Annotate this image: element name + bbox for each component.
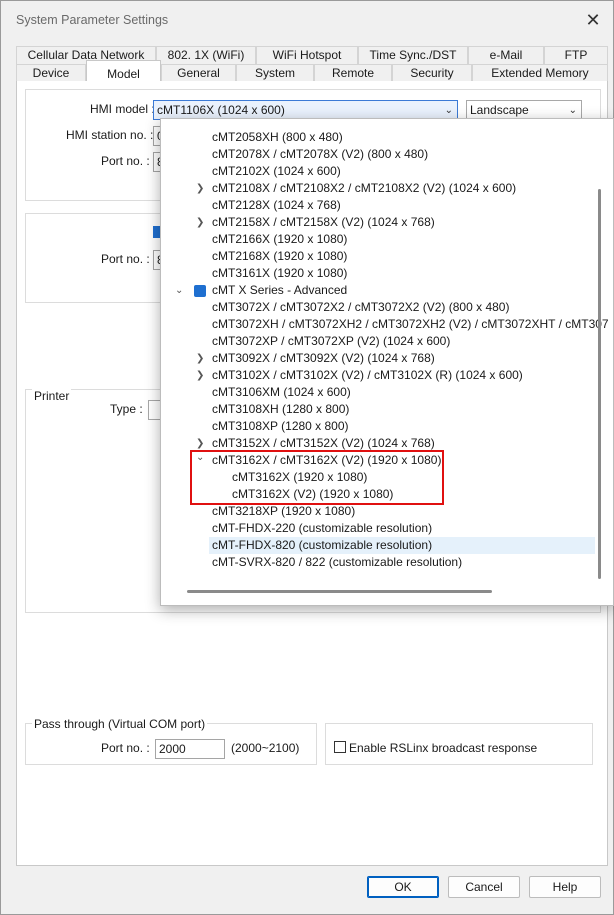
hmi-station-label: HMI station no. :	[66, 128, 154, 142]
passthrough-group: Pass through (Virtual COM port) Port no.…	[25, 717, 317, 765]
chevron-right-icon[interactable]: ❯	[196, 370, 204, 381]
model-option[interactable]: cMT3108XP (1280 x 800)	[212, 418, 349, 435]
tab-model[interactable]: Model	[86, 60, 161, 82]
hmi-model-select[interactable]: cMT1106X (1024 x 600) ⌄	[153, 100, 458, 120]
model-option[interactable]: cMT2128X (1024 x 768)	[212, 197, 341, 214]
chevron-right-icon[interactable]: ❯	[196, 353, 204, 364]
model-option[interactable]: cMT2108X / cMT2108X2 / cMT2108X2 (V2) (1…	[212, 180, 516, 197]
chevron-right-icon[interactable]: ❯	[196, 217, 204, 228]
model-option[interactable]: cMT3108XH (1280 x 800)	[212, 401, 349, 418]
tab-extended-memory[interactable]: Extended Memory	[472, 64, 608, 82]
orientation-value: Landscape	[470, 103, 529, 117]
model-option[interactable]: cMT3072X / cMT3072X2 / cMT3072X2 (V2) (8…	[212, 299, 509, 316]
title-bar: System Parameter Settings ✕	[1, 1, 613, 39]
model-option-highlighted[interactable]: cMT-FHDX-820 (customizable resolution)	[209, 537, 595, 554]
model-option[interactable]: cMT3106XM (1024 x 600)	[212, 384, 351, 401]
chevron-right-icon[interactable]: ❯	[196, 438, 204, 449]
window-title: System Parameter Settings	[16, 13, 169, 27]
model-option[interactable]: cMT3092X / cMT3092X (V2) (1024 x 768)	[212, 350, 435, 367]
close-button[interactable]: ✕	[579, 7, 607, 33]
series-header[interactable]: cMT X Series - Advanced	[212, 282, 347, 299]
help-button[interactable]: Help	[529, 876, 601, 898]
model-option[interactable]: cMT3218XP (1920 x 1080)	[212, 503, 355, 520]
model-option[interactable]: cMT2078X / cMT2078X (V2) (800 x 480)	[212, 146, 428, 163]
tab-remote[interactable]: Remote	[314, 64, 392, 82]
model-option[interactable]: cMT2168X (1920 x 1080)	[212, 248, 347, 265]
tab-wifi-hotspot[interactable]: WiFi Hotspot	[256, 46, 358, 64]
model-option[interactable]: cMT2102X (1024 x 600)	[212, 163, 341, 180]
model-option[interactable]: cMT2166X (1920 x 1080)	[212, 231, 347, 248]
tab-8021x-wifi[interactable]: 802. 1X (WiFi)	[156, 46, 256, 64]
hmi-model-label: HMI model :	[90, 102, 155, 116]
chevron-right-icon[interactable]: ❯	[196, 183, 204, 194]
model-option[interactable]: cMT-SVRX-820 / 822 (customizable resolut…	[212, 554, 462, 571]
ok-button[interactable]: OK	[367, 876, 439, 898]
passthrough-range: (2000~2100)	[231, 741, 300, 755]
model-option[interactable]: cMT-FHDX-220 (customizable resolution)	[212, 520, 432, 537]
vertical-scrollbar[interactable]	[598, 189, 601, 579]
model-option[interactable]: cMT3072XH / cMT3072XH2 / cMT3072XH2 (V2)…	[212, 316, 609, 333]
chevron-down-icon[interactable]: ⌄	[175, 285, 183, 296]
passthrough-port-input[interactable]: 2000	[155, 739, 225, 759]
passthrough-group-label: Pass through (Virtual COM port)	[32, 717, 208, 731]
cancel-button[interactable]: Cancel	[448, 876, 520, 898]
passthrough-port-label: Port no. :	[101, 741, 150, 755]
port2-label: Port no. :	[101, 252, 150, 266]
tab-row-bottom: Device Model General System Remote Secur…	[16, 60, 608, 82]
rslinx-label: Enable RSLinx broadcast response	[349, 741, 538, 755]
series-folder-icon	[194, 285, 206, 297]
tab-security[interactable]: Security	[392, 64, 472, 82]
tab-time-sync[interactable]: Time Sync./DST	[358, 46, 468, 64]
tab-email[interactable]: e-Mail	[468, 46, 544, 64]
model-option-highlighted-label: cMT-FHDX-820 (customizable resolution)	[212, 538, 433, 552]
horizontal-scrollbar[interactable]	[187, 590, 492, 593]
port-label: Port no. :	[101, 154, 150, 168]
hmi-model-dropdown[interactable]: cMT2058XH (800 x 480) cMT2078X / cMT2078…	[160, 118, 614, 606]
model-option[interactable]: cMT3072XP / cMT3072XP (V2) (1024 x 600)	[212, 333, 450, 350]
rslinx-checkbox[interactable]	[334, 741, 346, 753]
model-option[interactable]: cMT3161X (1920 x 1080)	[212, 265, 347, 282]
model-option[interactable]: cMT2058XH (800 x 480)	[212, 129, 343, 146]
rslinx-group: Enable RSLinx broadcast response	[325, 723, 593, 765]
model-option[interactable]: cMT2158X / cMT2158X (V2) (1024 x 768)	[212, 214, 435, 231]
orientation-select[interactable]: Landscape ⌄	[466, 100, 582, 120]
printer-type-label: Type :	[110, 402, 143, 416]
tab-system[interactable]: System	[236, 64, 314, 82]
tab-device[interactable]: Device	[16, 64, 86, 82]
tab-ftp[interactable]: FTP	[544, 46, 608, 64]
tab-general[interactable]: General	[161, 64, 236, 82]
highlight-annotation-box	[190, 450, 444, 505]
printer-group-label: Printer	[32, 389, 72, 403]
hmi-model-value: cMT1106X (1024 x 600)	[157, 103, 285, 117]
model-option[interactable]: cMT3102X / cMT3102X (V2) / cMT3102X (R) …	[212, 367, 523, 384]
